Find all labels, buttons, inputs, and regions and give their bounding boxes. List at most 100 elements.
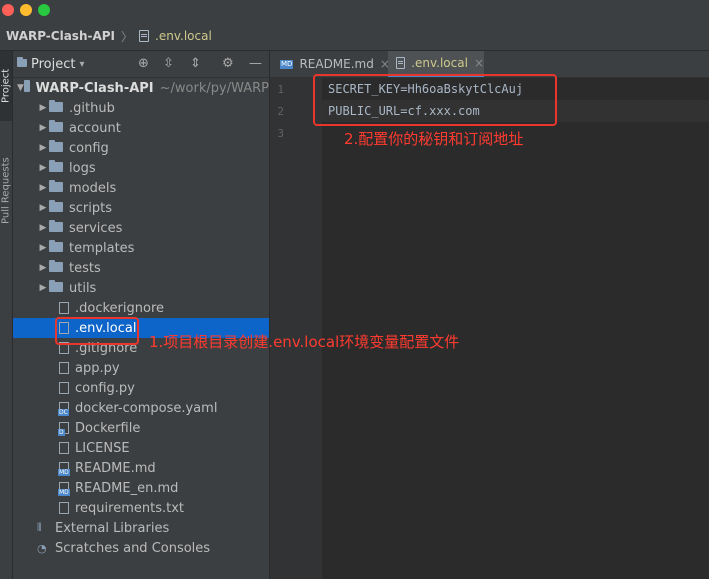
file-label: config.py xyxy=(75,380,135,396)
file-label: README_en.md xyxy=(75,480,179,496)
folder-icon xyxy=(23,80,30,92)
chevron-right-icon[interactable]: ▶ xyxy=(37,203,49,213)
project-folder-icon xyxy=(17,57,27,67)
file-icon: MD xyxy=(58,462,70,476)
file-label: app.py xyxy=(75,360,120,376)
chevron-down-icon[interactable]: ▼ xyxy=(17,83,24,93)
project-panel: Project ▾ ⊕ ⇳ ⇕ ⚙ — ▼ WARP-Clash-API ~/w… xyxy=(13,51,269,579)
project-tool-tab[interactable]: Project xyxy=(0,51,12,121)
scratches-icon: ◔ xyxy=(37,541,47,555)
breadcrumb-project[interactable]: WARP-Clash-API xyxy=(6,29,115,43)
annotation-box-config xyxy=(313,74,557,126)
tree-folder-templates[interactable]: ▶ templates xyxy=(13,238,269,258)
chevron-right-icon[interactable]: ▶ xyxy=(37,143,49,153)
folder-label: account xyxy=(69,120,121,136)
tree-file[interactable]: LICENSE xyxy=(13,438,269,458)
folder-icon xyxy=(49,180,63,192)
chevron-right-icon[interactable]: ▶ xyxy=(37,123,49,133)
folder-label: .github xyxy=(69,100,115,116)
chevron-right-icon[interactable]: ▶ xyxy=(37,183,49,193)
collapse-all-icon[interactable]: ⇕ xyxy=(190,57,201,71)
project-panel-header: Project ▾ ⊕ ⇳ ⇕ ⚙ — xyxy=(13,51,269,78)
target-icon[interactable]: ⊕ xyxy=(138,57,149,71)
folder-label: utils xyxy=(69,280,97,296)
minimize-window-button[interactable] xyxy=(20,4,32,16)
hide-icon[interactable]: — xyxy=(249,57,262,71)
file-type-tag: D xyxy=(58,429,65,436)
folder-icon xyxy=(49,280,63,292)
file-label: docker-compose.yaml xyxy=(75,400,218,416)
chevron-right-icon[interactable]: ▶ xyxy=(37,163,49,173)
folder-label: scripts xyxy=(69,200,112,216)
folder-icon xyxy=(49,120,63,132)
pull-requests-tool-tab[interactable]: Pull Requests xyxy=(0,131,12,251)
tree-root[interactable]: ▼ WARP-Clash-API ~/work/py/WARP xyxy=(13,78,269,98)
annotation-step2: 2.配置你的秘钥和订阅地址 xyxy=(344,130,524,148)
folder-icon xyxy=(49,200,63,212)
file-type-tag: MD xyxy=(58,489,70,496)
breadcrumb-separator: 〉 xyxy=(121,29,134,44)
external-libraries[interactable]: ⫴ External Libraries xyxy=(13,518,269,538)
close-icon[interactable]: × xyxy=(474,56,484,70)
file-icon: D xyxy=(58,422,69,436)
file-icon xyxy=(139,30,150,42)
file-icon xyxy=(396,56,406,69)
file-icon xyxy=(59,442,69,454)
chevron-right-icon[interactable]: ▶ xyxy=(37,103,49,113)
tree-folder-services[interactable]: ▶ services xyxy=(13,218,269,238)
tree-folder-utils[interactable]: ▶ utils xyxy=(13,278,269,298)
tree-folder-account[interactable]: ▶ account xyxy=(13,118,269,138)
file-icon xyxy=(59,362,69,374)
chevron-right-icon[interactable]: ▶ xyxy=(37,223,49,233)
root-path-hint: ~/work/py/WARP xyxy=(159,80,269,96)
annotation-step1: 1.项目根目录创建.env.local环境变量配置文件 xyxy=(149,333,460,351)
project-view-selector[interactable]: Project xyxy=(31,57,75,72)
chevron-right-icon[interactable]: ▶ xyxy=(37,283,49,293)
file-icon: MD xyxy=(58,482,70,496)
tree-folder-tests[interactable]: ▶ tests xyxy=(13,258,269,278)
tree-folder-config[interactable]: ▶ config xyxy=(13,138,269,158)
tree-folder-github[interactable]: ▶ .github xyxy=(13,98,269,118)
tree-file[interactable]: app.py xyxy=(13,358,269,378)
gear-icon[interactable]: ⚙ xyxy=(222,57,234,71)
project-tree: ▼ WARP-Clash-API ~/work/py/WARP ▶ .github… xyxy=(13,78,269,558)
expand-all-icon[interactable]: ⇳ xyxy=(163,57,174,71)
file-icon xyxy=(59,502,69,514)
folder-label: templates xyxy=(69,240,135,256)
tree-folder-scripts[interactable]: ▶ scripts xyxy=(13,198,269,218)
tree-folder-models[interactable]: ▶ models xyxy=(13,178,269,198)
library-icon: ⫴ xyxy=(37,521,42,534)
tree-file[interactable]: MD README_en.md xyxy=(13,478,269,498)
tree-file[interactable]: DC docker-compose.yaml xyxy=(13,398,269,418)
folder-label: tests xyxy=(69,260,101,276)
line-number: 1 xyxy=(277,83,284,96)
tree-folder-logs[interactable]: ▶ logs xyxy=(13,158,269,178)
file-icon xyxy=(59,382,69,394)
scratches-label: Scratches and Consoles xyxy=(55,540,211,556)
scratches-and-consoles[interactable]: ◔ Scratches and Consoles xyxy=(13,538,269,558)
tab-label: README.md xyxy=(299,57,374,71)
title-bar xyxy=(0,0,709,22)
zoom-window-button[interactable] xyxy=(38,4,50,16)
folder-icon xyxy=(49,140,63,152)
line-number: 2 xyxy=(277,105,284,118)
chevron-right-icon[interactable]: ▶ xyxy=(37,243,49,253)
breadcrumb: WARP-Clash-API 〉 .env.local xyxy=(0,22,709,51)
markdown-file-icon: MD xyxy=(280,59,294,69)
folder-label: models xyxy=(69,180,117,196)
file-icon: DC xyxy=(58,402,69,416)
code-editor[interactable]: SECRET_KEY=Hh6oaBskytClcAuj PUBLIC_URL=c… xyxy=(322,78,709,579)
close-window-button[interactable] xyxy=(2,4,14,16)
breadcrumb-file[interactable]: .env.local xyxy=(155,29,212,43)
tree-file[interactable]: requirements.txt xyxy=(13,498,269,518)
folder-icon xyxy=(49,160,63,172)
external-libraries-label: External Libraries xyxy=(55,520,170,536)
tree-file[interactable]: config.py xyxy=(13,378,269,398)
chevron-down-icon[interactable]: ▾ xyxy=(79,59,84,70)
tree-file[interactable]: .dockerignore xyxy=(13,298,269,318)
file-icon xyxy=(59,302,69,314)
folder-label: config xyxy=(69,140,109,156)
chevron-right-icon[interactable]: ▶ xyxy=(37,263,49,273)
tree-file[interactable]: MD README.md xyxy=(13,458,269,478)
tree-file[interactable]: D Dockerfile xyxy=(13,418,269,438)
